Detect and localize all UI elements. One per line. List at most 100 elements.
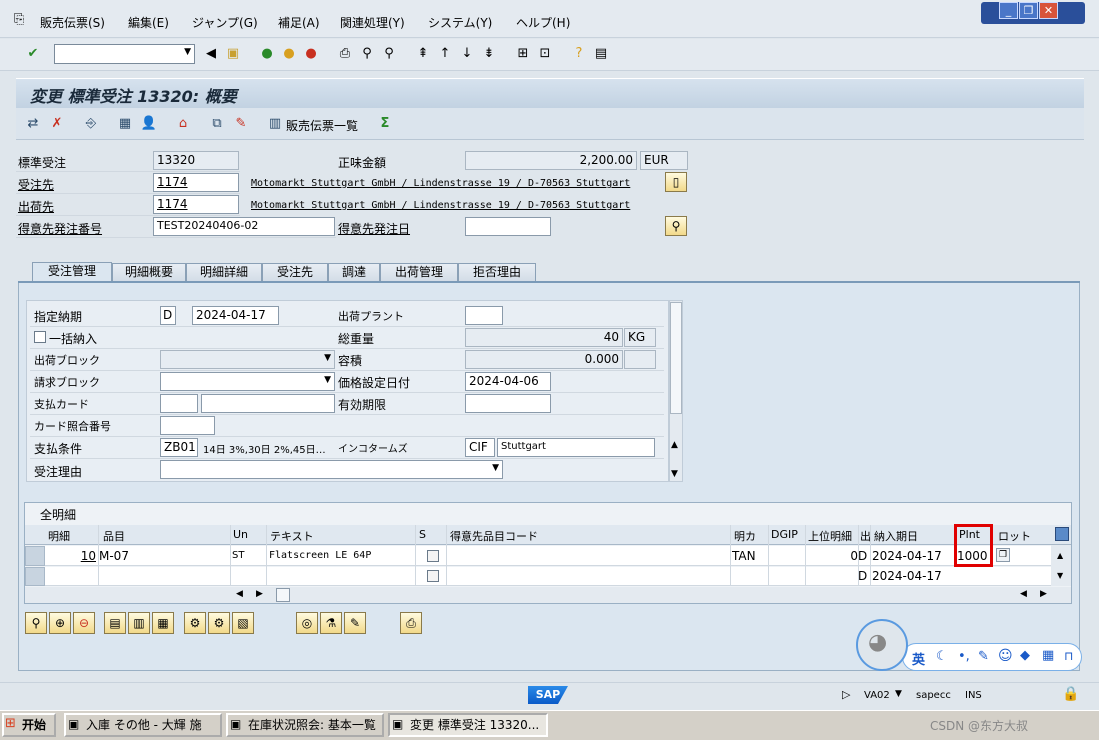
select-all-icon[interactable]: ▤ — [104, 612, 126, 634]
payment-terms-code[interactable]: ZB01 — [160, 438, 198, 457]
doc-flow-icon[interactable]: ▥ — [266, 115, 284, 133]
row-selector[interactable] — [25, 546, 45, 566]
ship-to-field[interactable]: 1174 — [153, 195, 239, 214]
col-dgip[interactable]: DGIP — [771, 528, 798, 541]
col-lot[interactable]: ロット — [998, 528, 1031, 544]
req-deliv-date[interactable]: 2024-04-17 — [192, 306, 279, 325]
schedule-icon[interactable]: ▧ — [232, 612, 254, 634]
help-icon[interactable]: ? — [570, 45, 588, 63]
chevron-down-icon[interactable]: ▼ — [895, 689, 902, 699]
menu-help[interactable]: ヘルプ(H) — [516, 14, 570, 31]
prev-page-icon[interactable]: ↑ — [436, 45, 454, 63]
menu-extras[interactable]: 補足(A) — [278, 14, 320, 31]
shortcut-icon[interactable]: ⊡ — [536, 45, 554, 63]
po-number-field[interactable]: TEST20240406-02 — [153, 217, 335, 236]
scroll-up-icon[interactable]: ▲ — [671, 440, 678, 450]
scroll-down-icon[interactable]: ▼ — [671, 469, 678, 479]
scroll-left-icon[interactable]: ◀ — [1020, 589, 1027, 599]
insert-row-icon[interactable]: ⊕ — [49, 612, 71, 634]
complete-delivery-checkbox[interactable] — [34, 331, 46, 343]
task-goods-receipt[interactable]: 入庫 その他 - 大輝 施 — [64, 713, 222, 737]
grid-icon[interactable]: ▦ — [1042, 648, 1054, 663]
delivery-date-cell[interactable]: 2024-04-17 — [872, 549, 942, 563]
tab-reason-rejection[interactable]: 拒否理由 — [458, 263, 536, 282]
tab-sales[interactable]: 受注管理 — [32, 262, 112, 283]
lock-icon[interactable]: 🔒 — [1062, 686, 1079, 702]
scroll-thumb[interactable] — [670, 302, 682, 414]
save-icon[interactable]: ▣ — [224, 45, 242, 63]
task-stock-overview[interactable]: 在庫状況照会: 基本一覧 — [226, 713, 384, 737]
order-reason-dropdown[interactable] — [160, 460, 503, 479]
menu-goto[interactable]: ジャンプ(G) — [192, 14, 258, 31]
play-icon[interactable]: ▷ — [842, 688, 850, 701]
find-next-icon[interactable]: ⚲ — [380, 45, 398, 63]
col-category[interactable]: 明カ — [734, 528, 756, 544]
tab-shipping[interactable]: 出荷管理 — [380, 263, 458, 282]
delivery-block-dropdown[interactable] — [160, 350, 335, 369]
back-arrow-icon[interactable]: ◀ — [202, 45, 220, 63]
ime-language[interactable]: 英 — [912, 649, 925, 668]
row-selector[interactable] — [25, 567, 45, 586]
search-doc-icon[interactable]: ⚲ — [665, 216, 687, 236]
layout-icon[interactable]: ▤ — [592, 45, 610, 63]
text-cell[interactable]: Flatscreen LE 64P — [269, 550, 371, 561]
exit-icon[interactable]: ● — [280, 45, 298, 63]
moon-icon[interactable]: ☾ — [936, 649, 948, 664]
menu-environment[interactable]: 関連処理(Y) — [340, 14, 405, 31]
check-icon[interactable]: ✗ — [48, 115, 66, 133]
tcode-label[interactable]: VA02 — [864, 690, 890, 701]
delivery-date-cell[interactable]: 2024-04-17 — [872, 569, 942, 583]
valid-to-field[interactable] — [465, 394, 551, 413]
menu-sales-doc[interactable]: 販売伝票(S) — [40, 14, 105, 31]
sum-icon[interactable]: Σ — [376, 115, 394, 133]
payment-card-number[interactable] — [201, 394, 335, 413]
col-material[interactable]: 品目 — [103, 528, 125, 544]
s-checkbox[interactable] — [427, 570, 439, 582]
availability-icon[interactable]: ◎ — [296, 612, 318, 634]
item-number[interactable]: 10 — [80, 549, 96, 563]
col-item[interactable]: 明細 — [48, 528, 70, 544]
col-delivery-date[interactable]: 納入期日 — [874, 528, 918, 544]
back-icon[interactable]: ● — [258, 45, 276, 63]
first-page-icon[interactable]: ⇞ — [414, 45, 432, 63]
maximize-button[interactable]: ❐ — [1019, 2, 1038, 19]
document-icon[interactable]: ▯ — [665, 172, 687, 192]
menu-icon[interactable]: ⎘ — [14, 12, 24, 27]
doc-flow-button[interactable]: 販売伝票一覧 — [286, 117, 358, 134]
col-s[interactable]: S — [419, 528, 426, 541]
delete-row-icon[interactable]: ⊖ — [73, 612, 95, 634]
enter-icon[interactable]: ✔ — [24, 45, 42, 63]
minimize-button[interactable]: _ — [999, 2, 1018, 19]
grid-hscroll[interactable] — [25, 587, 1071, 603]
date-unit-cell[interactable]: D — [858, 549, 867, 563]
home-icon[interactable]: ⌂ — [174, 115, 192, 133]
incoterms-place[interactable]: Stuttgart — [497, 438, 655, 457]
unit-cell[interactable]: ST — [232, 550, 244, 561]
print-item-icon[interactable]: ⎙ — [400, 612, 422, 634]
edit-item-icon[interactable]: ✎ — [344, 612, 366, 634]
plant-cell[interactable]: 1000 — [957, 549, 988, 563]
sold-to-field[interactable]: 1174 — [153, 173, 239, 192]
scroll-right-icon[interactable]: ▶ — [256, 589, 263, 599]
menu-system[interactable]: システム(Y) — [428, 14, 492, 31]
payment-card-type[interactable] — [160, 394, 198, 413]
batch-icon[interactable]: ⚗ — [320, 612, 342, 634]
tab-ordering-party[interactable]: 受注先 — [262, 263, 328, 282]
scroll-right-icon[interactable]: ▶ — [1040, 589, 1047, 599]
req-deliv-unit[interactable]: D — [160, 306, 176, 325]
lock-icon[interactable]: ⊓ — [1064, 649, 1073, 663]
col-customer-material[interactable]: 得意先品目コード — [450, 528, 538, 544]
card-verif-field[interactable] — [160, 416, 215, 435]
display-change-icon[interactable]: ⇄ — [24, 115, 42, 133]
incoterms-code[interactable]: CIF — [465, 438, 495, 457]
chevron-down-icon[interactable]: ▼ — [184, 47, 191, 57]
category-cell[interactable]: TAN — [732, 549, 756, 563]
config-icon[interactable]: ⚙ — [208, 612, 230, 634]
material-cell[interactable]: M-07 — [99, 549, 129, 563]
command-field[interactable]: ▼ — [54, 44, 195, 64]
tab-item-detail[interactable]: 明細詳細 — [186, 263, 262, 282]
cancel-icon[interactable]: ● — [302, 45, 320, 63]
item-detail-icon[interactable]: ⚲ — [25, 612, 47, 634]
task-change-order[interactable]: 変更 標準受注 13320... — [388, 713, 548, 737]
scroll-down-icon[interactable]: ▼ — [1057, 571, 1063, 580]
